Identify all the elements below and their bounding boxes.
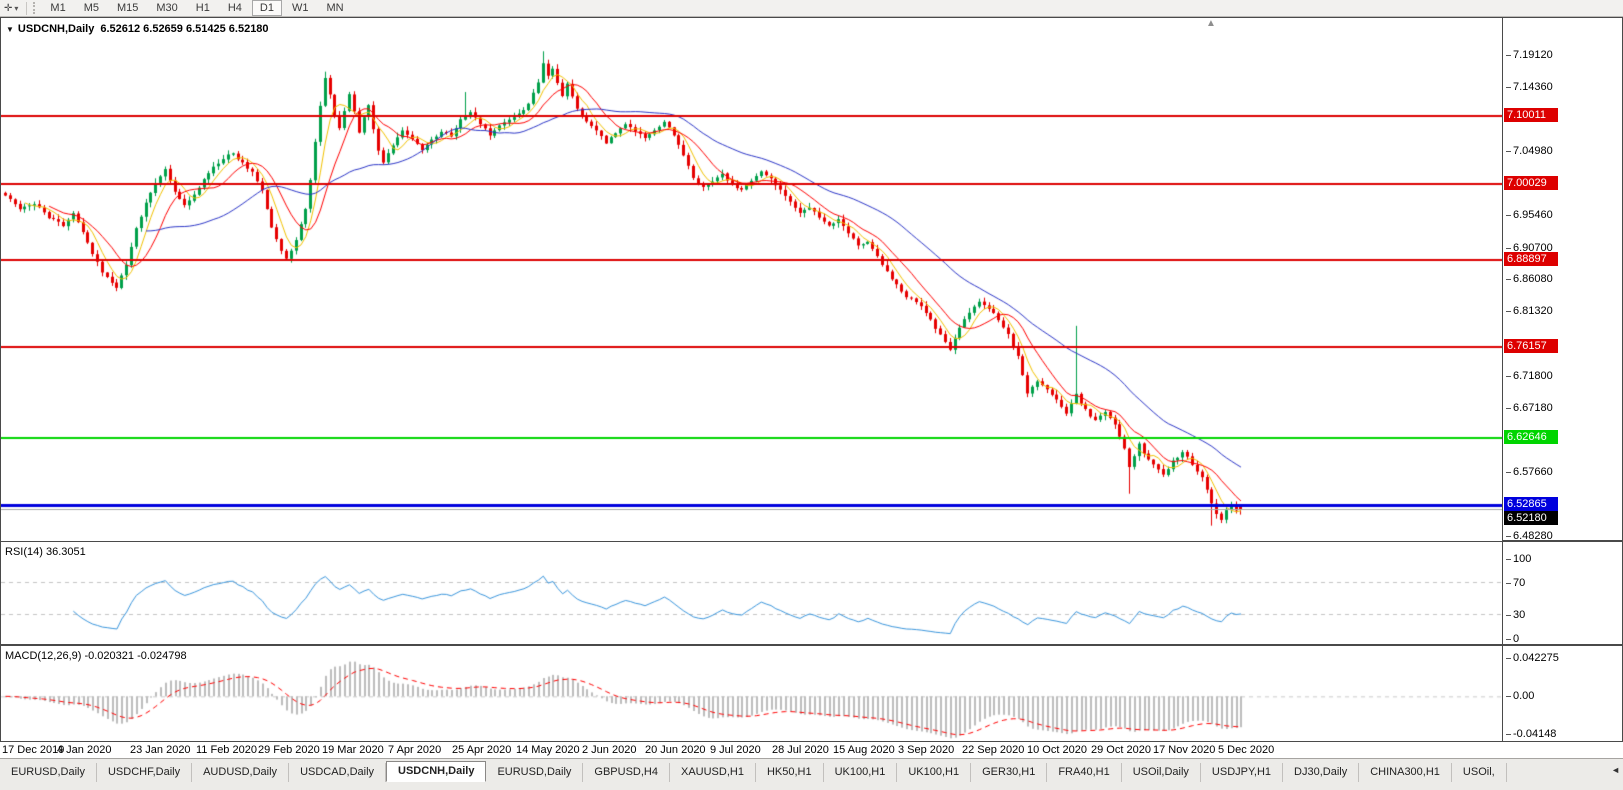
chart-tab-hk50-h1[interactable]: HK50,H1	[756, 763, 824, 782]
price-axis-tick: 7.14360	[1506, 81, 1553, 93]
price-axis[interactable]: 7.19120 7.14360 7.04980 6.95460 6.90700 6.860…	[1502, 18, 1622, 542]
timeframe-button-W1[interactable]: W1	[284, 0, 317, 16]
level-price-label: 6.62646	[1504, 430, 1558, 445]
macd-canvas[interactable]	[1, 647, 1502, 740]
time-axis-label: 29 Feb 2020	[258, 744, 320, 756]
level-price-label: 6.76157	[1504, 338, 1558, 353]
rsi-axis-tick: 30	[1506, 609, 1525, 621]
chart-tab-gbpusd-h4[interactable]: GBPUSD,H4	[583, 763, 670, 782]
rsi-indicator-panel: RSI(14) 36.3051 100 70 30 0	[0, 541, 1623, 645]
toolbar-grip[interactable]	[33, 2, 36, 14]
chart-tab-ger30-h1[interactable]: GER30,H1	[971, 763, 1048, 782]
chart-tab-china300-h1[interactable]: CHINA300,H1	[1359, 763, 1452, 782]
time-axis-label: 15 Aug 2020	[833, 744, 895, 756]
rsi-axis-tick: 100	[1506, 553, 1531, 565]
price-axis-tick: 7.04980	[1506, 145, 1553, 157]
trading-terminal-window: ✛ ▾ M1 M5 M15 M30 H1 H4 D1 W1 MN ▼ USDCNH,Daily 6.…	[0, 0, 1623, 790]
time-axis-label: 19 Mar 2020	[322, 744, 384, 756]
chart-tab-uk100-h1[interactable]: UK100,H1	[824, 763, 898, 782]
price-axis-tick: 6.57660	[1506, 466, 1553, 478]
crosshair-tool-icon: ✛	[4, 2, 13, 14]
timeframe-button-M15[interactable]: M15	[109, 0, 146, 16]
time-axis[interactable]: 17 Dec 2019 4 Jan 2020 23 Jan 2020 11 Feb 2…	[0, 742, 1623, 758]
chart-tab-usdchf-daily[interactable]: USDCHF,Daily	[97, 763, 193, 782]
price-chart-panel: ▼ USDCNH,Daily 6.52612 6.52659 6.51425 6.5…	[0, 17, 1623, 542]
chart-shift-marker-icon[interactable]: ▲	[1206, 19, 1216, 29]
time-axis-label: 25 Apr 2020	[452, 744, 512, 756]
macd-indicator-panel: MACD(12,26,9) -0.020321 -0.024798 0.0422…	[0, 645, 1623, 742]
timeframe-button-D1[interactable]: D1	[251, 0, 282, 16]
time-axis-label: 2 Jun 2020	[582, 744, 637, 756]
price-axis-tick: 6.95460	[1506, 209, 1553, 221]
chart-tab-xauusd-h1[interactable]: XAUUSD,H1	[670, 763, 756, 782]
rsi-label: RSI(14) 36.3051	[5, 546, 86, 558]
chart-tab-dj30-daily[interactable]: DJ30,Daily	[1283, 763, 1360, 782]
timeframe-button-H1[interactable]: H1	[188, 0, 218, 16]
time-axis-label: 22 Sep 2020	[962, 744, 1025, 756]
price-axis-tick: 6.86080	[1506, 273, 1553, 285]
chart-tab-usdcnh-daily[interactable]: USDCNH,Daily	[386, 761, 487, 782]
time-axis-label: 14 May 2020	[516, 744, 580, 756]
chart-tab-audusd-daily[interactable]: AUDUSD,Daily	[192, 763, 290, 782]
time-axis-label: 29 Oct 2020	[1091, 744, 1151, 756]
timeframe-button-MN[interactable]: MN	[318, 0, 351, 16]
price-axis-tick: 7.19120	[1506, 49, 1553, 61]
macd-label: MACD(12,26,9) -0.020321 -0.024798	[5, 650, 187, 662]
chart-tab-usdcad-daily[interactable]: USDCAD,Daily	[289, 763, 387, 782]
price-chart-canvas[interactable]	[1, 19, 1502, 541]
dropdown-caret-icon[interactable]: ▾	[14, 4, 18, 13]
rsi-axis-tick: 70	[1506, 577, 1525, 589]
macd-axis-tick: 0.00	[1506, 690, 1534, 702]
time-axis-label: 23 Jan 2020	[130, 744, 191, 756]
current-price-label: 6.52180	[1504, 510, 1558, 525]
window-caret-icon[interactable]: ▼	[6, 25, 14, 34]
time-axis-label: 3 Sep 2020	[898, 744, 955, 756]
time-axis-label: 20 Jun 2020	[645, 744, 706, 756]
chart-title: ▼ USDCNH,Daily 6.52612 6.52659 6.51425 6.5…	[6, 23, 269, 35]
time-axis-label: 17 Nov 2020	[1153, 744, 1216, 756]
chart-tab-bar: EURUSD,Daily USDCHF,Daily AUDUSD,Daily USDC…	[0, 758, 1623, 790]
time-axis-label: 7 Apr 2020	[388, 744, 442, 756]
price-axis-tick: 6.67180	[1506, 402, 1553, 414]
chart-tab-eurusd-daily[interactable]: EURUSD,Daily	[0, 763, 97, 782]
time-axis-label: 28 Jul 2020	[772, 744, 829, 756]
timeframe-button-M5[interactable]: M5	[76, 0, 107, 16]
time-axis-label: 17 Dec 2019	[2, 744, 65, 756]
macd-axis-tick: 0.042275	[1506, 652, 1559, 664]
chart-tabs: EURUSD,Daily USDCHF,Daily AUDUSD,Daily USDC…	[0, 761, 1507, 782]
chart-tab-usdjpy-h1[interactable]: USDJPY,H1	[1201, 763, 1284, 782]
level-price-label: 6.52865	[1504, 496, 1558, 511]
timeframe-button-H4[interactable]: H4	[220, 0, 250, 16]
macd-axis-tick: -0.04148	[1506, 728, 1556, 740]
level-price-label: 7.10011	[1504, 108, 1558, 123]
time-axis-label: 4 Jan 2020	[57, 744, 112, 756]
rsi-axis[interactable]: 100 70 30 0	[1502, 542, 1622, 645]
chart-tab-fra40-h1[interactable]: FRA40,H1	[1047, 763, 1122, 782]
time-axis-label: 10 Oct 2020	[1027, 744, 1087, 756]
time-axis-label: 5 Dec 2020	[1218, 744, 1275, 756]
tab-scroll-left-icon[interactable]: ◄	[1611, 765, 1620, 775]
timeframe-button-M30[interactable]: M30	[148, 0, 185, 16]
price-axis-tick: 6.71800	[1506, 370, 1553, 382]
chart-tab-eurusd-daily[interactable]: EURUSD,Daily	[486, 763, 584, 782]
macd-axis[interactable]: 0.042275 0.00 -0.04148	[1502, 646, 1622, 741]
level-price-label: 6.88897	[1504, 251, 1558, 266]
rsi-axis-tick: 0	[1506, 633, 1519, 645]
rsi-canvas[interactable]	[1, 543, 1502, 643]
chart-symbol-label: USDCNH,Daily	[17, 23, 95, 35]
level-price-label: 7.00029	[1504, 176, 1558, 191]
chart-tab-uk100-h1[interactable]: UK100,H1	[897, 763, 972, 782]
pointer-tool-button[interactable]: ✛ ▾	[0, 1, 22, 16]
toolbar-separator	[26, 1, 28, 15]
timeframe-buttons-group: M1 M5 M15 M30 H1 H4 D1 W1 MN	[41, 0, 352, 16]
chart-tab-usoil-[interactable]: USOil,	[1452, 763, 1507, 782]
chart-tab-usoil-daily[interactable]: USOil,Daily	[1122, 763, 1201, 782]
chart-ohlc-values: 6.52612 6.52659 6.51425 6.52180	[100, 23, 269, 35]
timeframe-button-M1[interactable]: M1	[42, 0, 73, 16]
price-axis-tick: 6.81320	[1506, 305, 1553, 317]
toolbar: ✛ ▾ M1 M5 M15 M30 H1 H4 D1 W1 MN	[0, 0, 1623, 17]
time-axis-label: 11 Feb 2020	[196, 744, 257, 756]
time-axis-label: 9 Jul 2020	[710, 744, 761, 756]
